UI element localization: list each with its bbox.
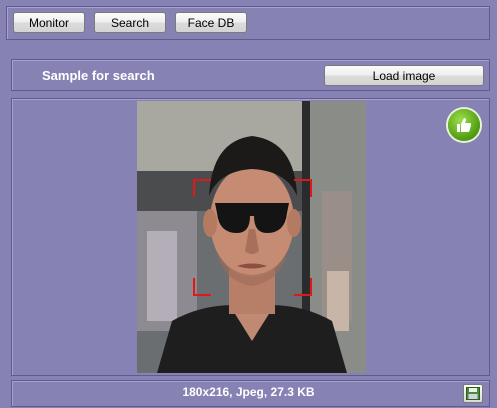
save-button[interactable]	[463, 384, 483, 403]
face-box-corner	[294, 179, 312, 197]
face-box-corner	[193, 278, 211, 296]
monitor-button[interactable]: Monitor	[13, 12, 85, 33]
search-button[interactable]: Search	[94, 12, 166, 33]
face-detection-box	[193, 179, 312, 296]
face-box-corner	[193, 179, 211, 197]
face-box-corner	[294, 278, 312, 296]
thumbs-up-icon	[448, 109, 480, 141]
sample-label: Sample for search	[42, 68, 155, 83]
face-db-button[interactable]: Face DB	[175, 12, 247, 33]
sample-photo	[137, 101, 366, 373]
image-info-text: 180x216, Jpeg, 27.3 KB	[182, 385, 315, 399]
save-icon	[466, 387, 480, 400]
load-image-button[interactable]: Load image	[324, 65, 484, 86]
